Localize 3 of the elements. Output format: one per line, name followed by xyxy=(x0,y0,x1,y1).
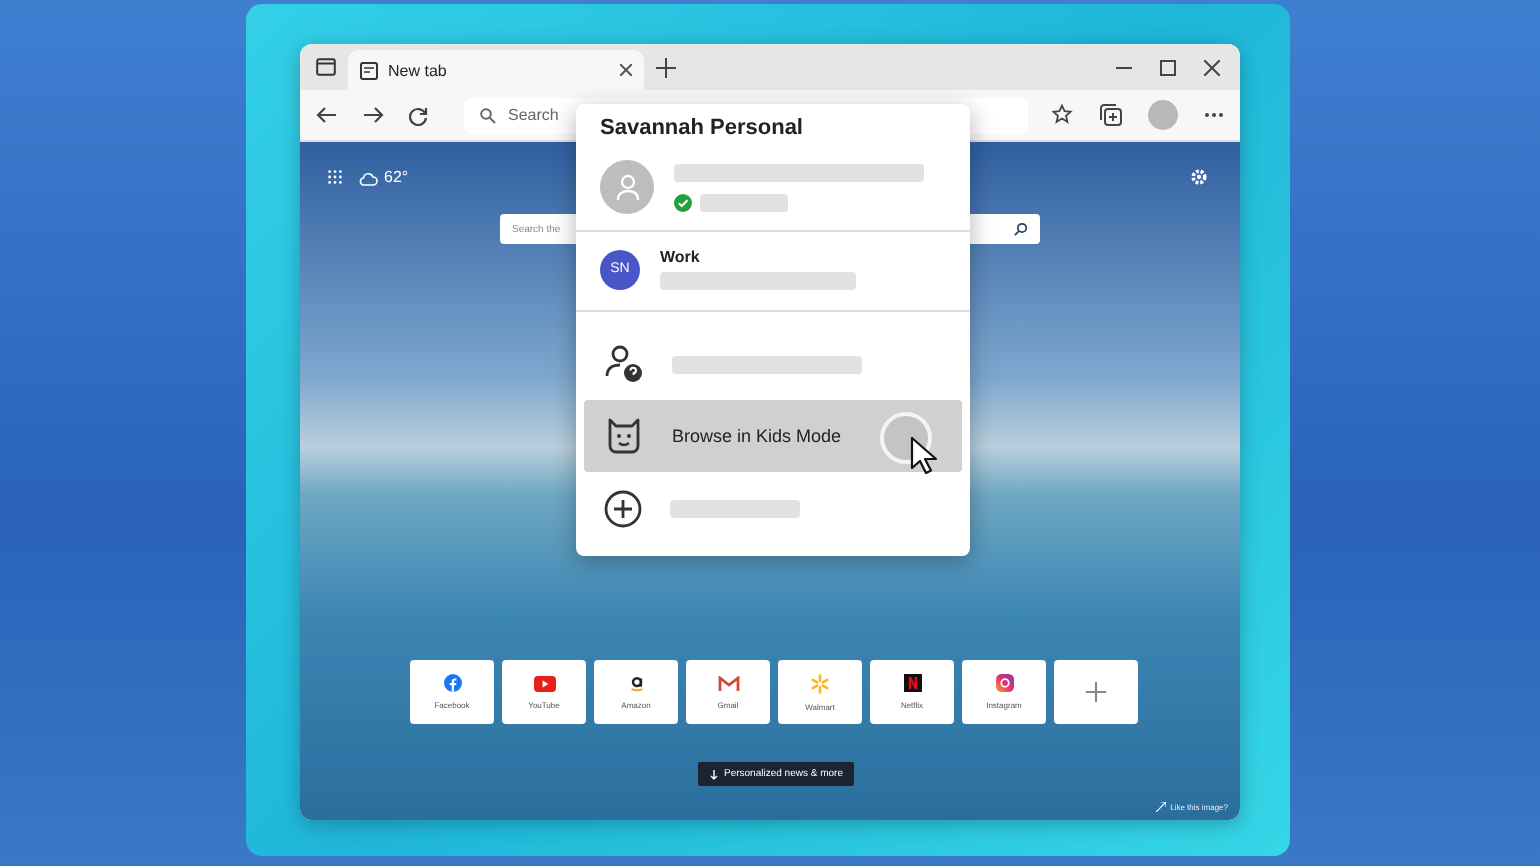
temperature: 62° xyxy=(384,168,409,186)
profile-name: Savannah Personal xyxy=(598,116,805,144)
account-name: Work xyxy=(660,248,702,266)
